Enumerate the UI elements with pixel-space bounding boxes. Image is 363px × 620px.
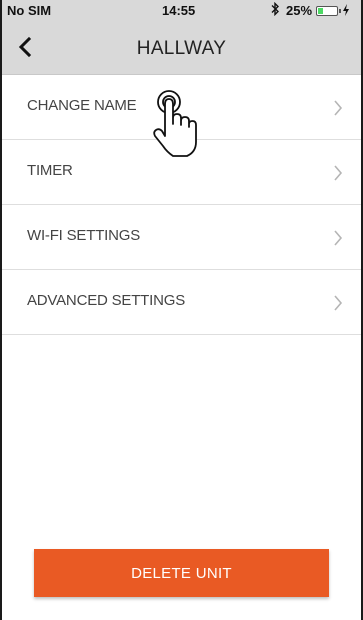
- bluetooth-icon: [270, 1, 280, 19]
- menu-item-label: TIMER: [27, 162, 73, 179]
- settings-menu: CHANGE NAME TIMER WI-FI SETTINGS ADVANCE…: [2, 75, 361, 335]
- menu-item-wifi-settings[interactable]: WI-FI SETTINGS: [2, 205, 361, 270]
- delete-unit-button[interactable]: DELETE UNIT: [34, 549, 329, 597]
- chevron-right-icon: [334, 295, 343, 311]
- battery-percent: 25%: [286, 3, 313, 18]
- menu-item-timer[interactable]: TIMER: [2, 140, 361, 205]
- phone-screen: No SIM 14:55 25% HALLWAY CHANGE NAME TIM…: [0, 0, 363, 620]
- menu-item-label: ADVANCED SETTINGS: [27, 292, 186, 309]
- status-bar: No SIM 14:55 25%: [2, 0, 361, 21]
- chevron-right-icon: [334, 165, 343, 181]
- menu-item-label: WI-FI SETTINGS: [27, 227, 141, 244]
- menu-item-change-name[interactable]: CHANGE NAME: [2, 75, 361, 140]
- menu-item-label: CHANGE NAME: [27, 97, 137, 114]
- battery-fill: [318, 8, 323, 14]
- chevron-right-icon: [334, 100, 343, 116]
- battery-tip: [339, 9, 341, 13]
- page-title: HALLWAY: [136, 38, 227, 59]
- battery-icon: [316, 6, 338, 16]
- clock: 14:55: [162, 3, 196, 18]
- carrier-label: No SIM: [7, 3, 52, 18]
- charging-icon: [343, 4, 349, 19]
- navigation-bar: HALLWAY: [2, 21, 361, 75]
- menu-item-advanced-settings[interactable]: ADVANCED SETTINGS: [2, 270, 361, 335]
- chevron-right-icon: [334, 230, 343, 246]
